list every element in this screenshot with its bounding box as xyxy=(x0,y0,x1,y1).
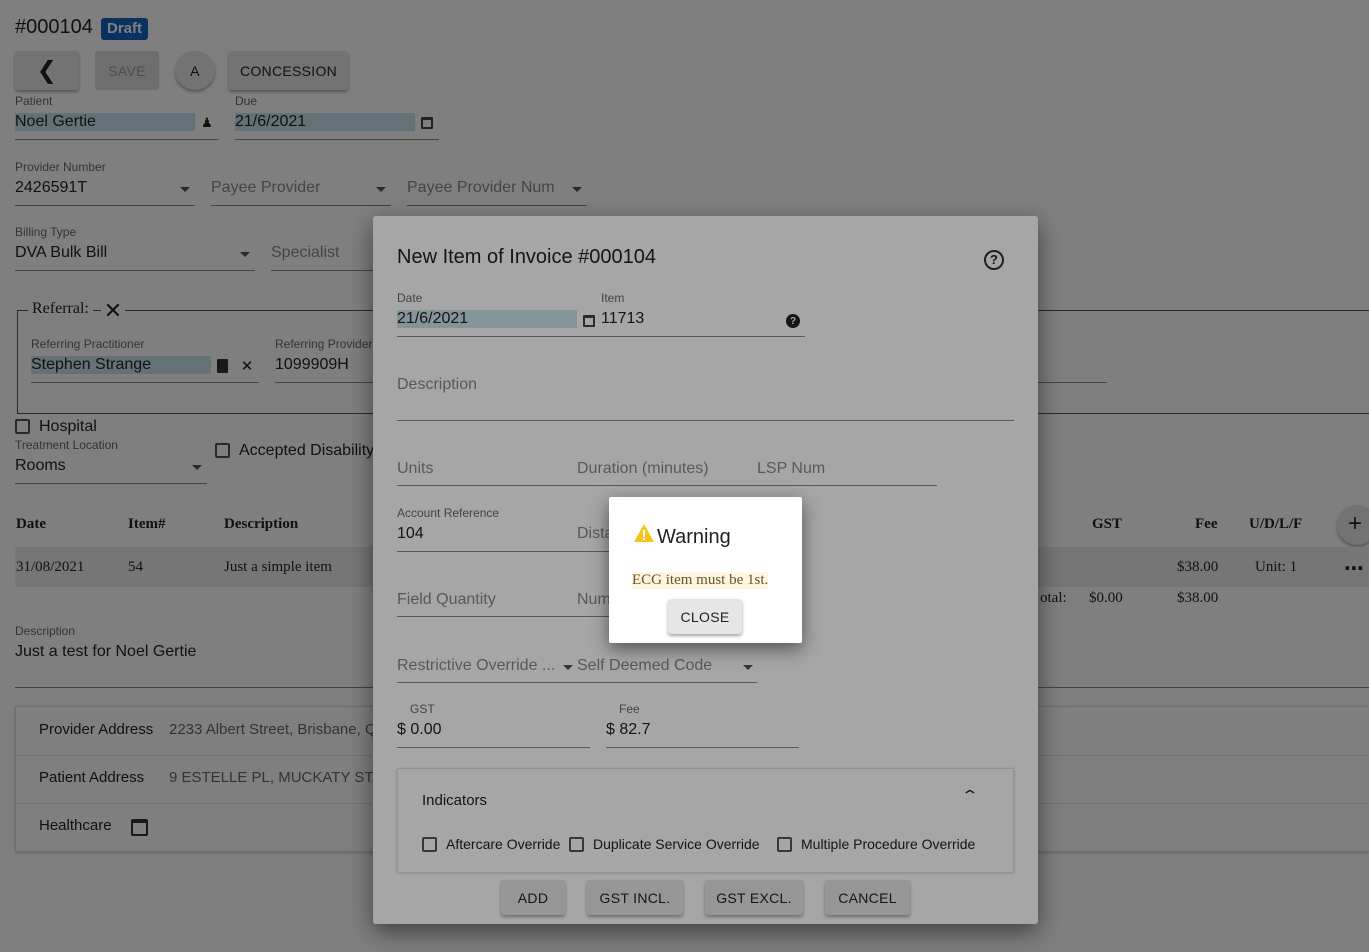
warning-title: Warning xyxy=(657,526,731,548)
warning-dialog: Warning ECG item must be 1st. CLOSE xyxy=(609,497,802,643)
close-button[interactable]: CLOSE xyxy=(668,599,742,634)
warning-message: ECG item must be 1st. xyxy=(632,572,769,589)
warning-icon xyxy=(634,524,654,542)
